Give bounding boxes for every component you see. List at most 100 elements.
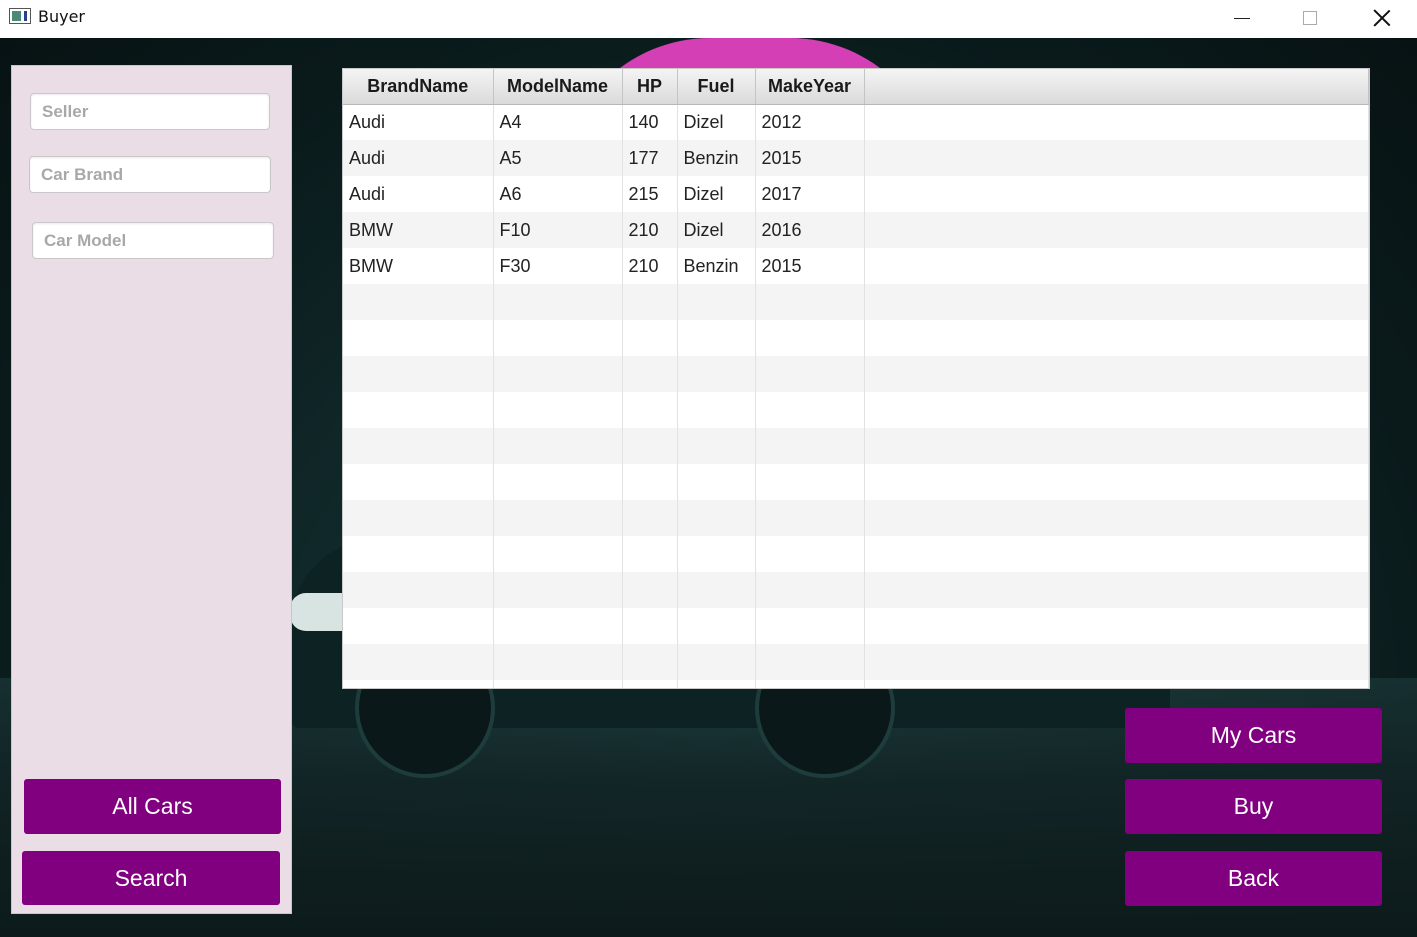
table-cell: [343, 464, 494, 500]
table-cell: [622, 644, 678, 680]
table-row-empty[interactable]: [343, 572, 1369, 608]
table-cell: [493, 428, 623, 464]
table-row-empty[interactable]: [343, 608, 1369, 644]
table-cell: 210: [622, 248, 678, 284]
table-cell: Dizel: [677, 212, 756, 248]
table-cell: [677, 392, 756, 428]
table-cell: [343, 572, 494, 608]
table-cell: [864, 284, 1369, 320]
table-cell: [677, 284, 756, 320]
table-cell: [864, 320, 1369, 356]
minimize-icon: [1234, 17, 1250, 19]
table-cell: Audi: [343, 176, 494, 212]
table-cell: [493, 680, 623, 688]
table-cell: [493, 500, 623, 536]
table-cell: [677, 500, 756, 536]
table-cell: [864, 536, 1369, 572]
minimize-button[interactable]: [1212, 0, 1272, 36]
maximize-button[interactable]: [1280, 0, 1340, 36]
all-cars-button[interactable]: All Cars: [24, 779, 281, 834]
table-cell: [622, 392, 678, 428]
car-model-input[interactable]: [32, 222, 274, 259]
table-row-empty[interactable]: [343, 356, 1369, 392]
table-cell: [493, 284, 623, 320]
table-cell: [622, 500, 678, 536]
seller-input[interactable]: [30, 93, 270, 130]
table-row-empty[interactable]: [343, 500, 1369, 536]
table-cell: [622, 464, 678, 500]
table-cell: [864, 176, 1369, 212]
table-cell: [622, 572, 678, 608]
table-row[interactable]: BMW F30 210 Benzin 2015: [343, 248, 1369, 284]
table-cell: [755, 284, 865, 320]
table-cell: [622, 536, 678, 572]
cars-table[interactable]: BrandName ModelName HP Fuel MakeYear Aud…: [342, 68, 1370, 689]
column-header-fuel[interactable]: Fuel: [677, 69, 756, 105]
table-cell: A6: [493, 176, 623, 212]
table-cell: [493, 572, 623, 608]
table-row[interactable]: BMW F10 210 Dizel 2016: [343, 212, 1369, 248]
table-cell: [677, 680, 756, 688]
column-header-modelname[interactable]: ModelName: [493, 69, 623, 105]
app-icon: [9, 8, 31, 24]
table-row-empty[interactable]: [343, 392, 1369, 428]
table-cell: [343, 644, 494, 680]
table-cell: [755, 644, 865, 680]
table-cell: [864, 104, 1369, 140]
table-cell: [864, 392, 1369, 428]
table-row-empty[interactable]: [343, 680, 1369, 688]
table-cell: Benzin: [677, 248, 756, 284]
table-row-empty[interactable]: [343, 464, 1369, 500]
table-cell: A5: [493, 140, 623, 176]
table-cell: Benzin: [677, 140, 756, 176]
table-cell: [755, 356, 865, 392]
table-cell: Audi: [343, 140, 494, 176]
table-cell: [755, 572, 865, 608]
table-row-empty[interactable]: [343, 644, 1369, 680]
buy-button[interactable]: Buy: [1125, 779, 1382, 834]
table-cell: [755, 320, 865, 356]
table-cell: [622, 320, 678, 356]
table-cell: [677, 572, 756, 608]
table-cell: BMW: [343, 248, 494, 284]
car-brand-input[interactable]: [29, 156, 271, 193]
table-cell: [864, 464, 1369, 500]
table-cell: [343, 284, 494, 320]
table-cell: [622, 356, 678, 392]
my-cars-button[interactable]: My Cars: [1125, 708, 1382, 763]
table-cell: Audi: [343, 104, 494, 140]
table-cell: 2016: [755, 212, 865, 248]
table-cell: [755, 680, 865, 688]
table-cell: [493, 392, 623, 428]
column-header-makeyear[interactable]: MakeYear: [755, 69, 865, 105]
table-cell: [755, 392, 865, 428]
table-cell: [493, 608, 623, 644]
table-cell: [864, 680, 1369, 688]
table-cell: 215: [622, 176, 678, 212]
table-cell: [864, 428, 1369, 464]
column-header-brandname[interactable]: BrandName: [343, 69, 494, 105]
table-cell: [343, 680, 494, 688]
table-row[interactable]: Audi A4 140 Dizel 2012: [343, 104, 1369, 140]
table-cell: A4: [493, 104, 623, 140]
table-row[interactable]: Audi A6 215 Dizel 2017: [343, 176, 1369, 212]
back-button[interactable]: Back: [1125, 851, 1382, 906]
table-row[interactable]: Audi A5 177 Benzin 2015: [343, 140, 1369, 176]
column-header-hp[interactable]: HP: [622, 69, 678, 105]
search-button[interactable]: Search: [22, 851, 280, 905]
table-cell: BMW: [343, 212, 494, 248]
table-cell: [343, 608, 494, 644]
table-row-empty[interactable]: [343, 536, 1369, 572]
table-row-empty[interactable]: [343, 284, 1369, 320]
table-row-empty[interactable]: [343, 320, 1369, 356]
table-cell: 2015: [755, 140, 865, 176]
table-cell: [343, 392, 494, 428]
table-row-empty[interactable]: [343, 428, 1369, 464]
background-car-headlights: [290, 593, 342, 631]
table-cell: Dizel: [677, 176, 756, 212]
table-cell: [622, 680, 678, 688]
table-cell: [864, 572, 1369, 608]
table-cell: [677, 320, 756, 356]
close-button[interactable]: [1352, 0, 1412, 36]
table-cell: 140: [622, 104, 678, 140]
